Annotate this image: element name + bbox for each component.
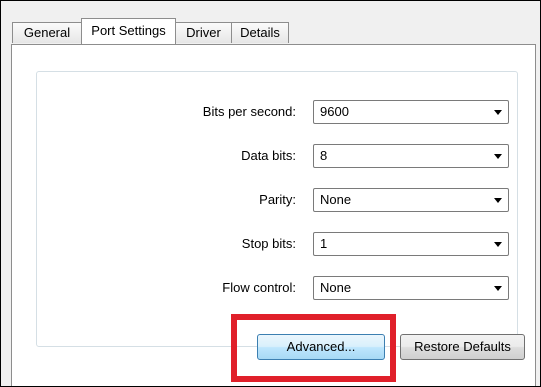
chevron-down-icon bbox=[494, 110, 502, 115]
parity-select[interactable]: None bbox=[313, 188, 509, 212]
bits-per-second-select[interactable]: 9600 bbox=[313, 100, 509, 124]
data-bits-value: 8 bbox=[320, 148, 328, 163]
parity-value: None bbox=[320, 192, 352, 207]
chevron-down-icon bbox=[494, 198, 502, 203]
advanced-button[interactable]: Advanced... bbox=[257, 334, 385, 360]
flow-control-select[interactable]: None bbox=[313, 276, 509, 300]
tab-driver[interactable]: Driver bbox=[175, 22, 232, 43]
device-properties-window: General Port Settings Driver Details Bit… bbox=[0, 0, 541, 387]
stop-bits-value: 1 bbox=[320, 236, 328, 251]
bits-per-second-label: Bits per second: bbox=[202, 104, 296, 119]
data-bits-select[interactable]: 8 bbox=[313, 144, 509, 168]
settings-group: Bits per second: 9600 Data bits: 8 Parit… bbox=[36, 71, 518, 347]
chevron-down-icon bbox=[494, 154, 502, 159]
stop-bits-label: Stop bits: bbox=[241, 236, 296, 251]
restore-defaults-button[interactable]: Restore Defaults bbox=[400, 334, 525, 360]
tab-general[interactable]: General bbox=[12, 22, 82, 43]
flow-control-value: None bbox=[320, 280, 352, 295]
bits-per-second-value: 9600 bbox=[320, 104, 349, 119]
data-bits-label: Data bits: bbox=[241, 148, 296, 163]
tab-details[interactable]: Details bbox=[231, 22, 289, 43]
tab-port-settings[interactable]: Port Settings bbox=[81, 18, 176, 44]
chevron-down-icon bbox=[494, 286, 502, 291]
chevron-down-icon bbox=[494, 242, 502, 247]
flow-control-label: Flow control: bbox=[222, 280, 296, 295]
stop-bits-select[interactable]: 1 bbox=[313, 232, 509, 256]
parity-label: Parity: bbox=[259, 192, 296, 207]
